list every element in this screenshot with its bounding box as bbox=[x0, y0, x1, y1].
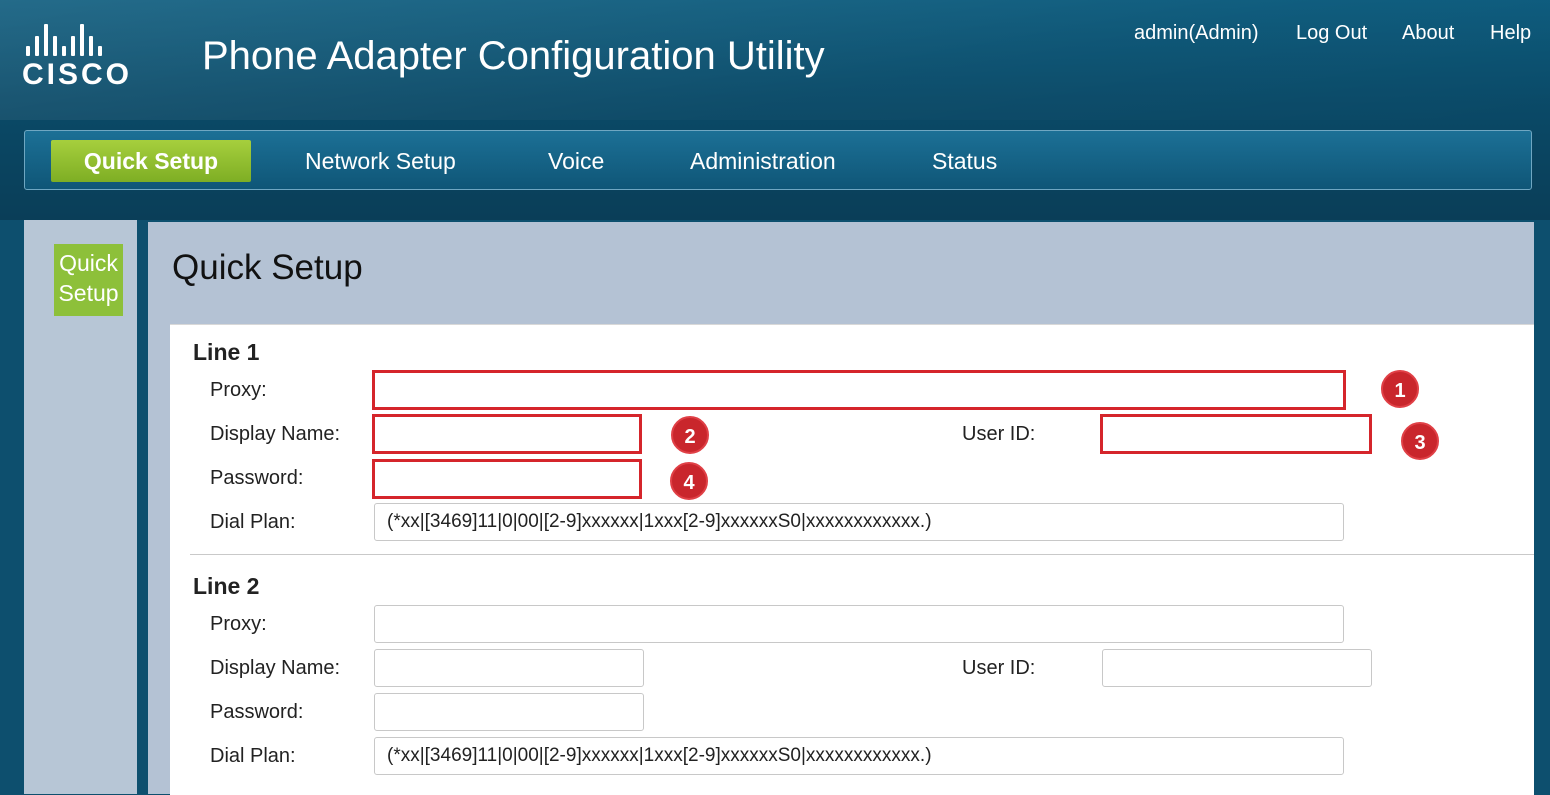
sidebar-item-quick-setup[interactable]: Quick Setup bbox=[54, 244, 123, 316]
tab-administration[interactable]: Administration bbox=[690, 140, 836, 182]
line1-dial-plan-label: Dial Plan: bbox=[210, 511, 296, 533]
line1-heading: Line 1 bbox=[193, 339, 260, 365]
line1-user-id-input[interactable] bbox=[1100, 414, 1372, 454]
logo-text: CISCO bbox=[22, 58, 133, 91]
user-account-link[interactable]: admin(Admin) bbox=[1134, 22, 1258, 45]
sidebar-item-label-line1: Quick bbox=[59, 250, 118, 276]
line2-password-input[interactable] bbox=[374, 693, 644, 731]
line1-user-id-label: User ID: bbox=[962, 423, 1036, 445]
line2-proxy-label: Proxy: bbox=[210, 613, 267, 635]
sidebar: Quick Setup bbox=[24, 220, 137, 794]
cisco-bars-icon bbox=[26, 22, 152, 56]
line2-password-label: Password: bbox=[210, 701, 304, 723]
about-link[interactable]: About bbox=[1402, 22, 1454, 45]
annotation-badge-1: 1 bbox=[1381, 370, 1419, 408]
logout-link[interactable]: Log Out bbox=[1296, 22, 1367, 45]
line1-display-name-label: Display Name: bbox=[210, 423, 341, 445]
line1-proxy-label: Proxy: bbox=[210, 379, 267, 401]
annotation-badge-4: 4 bbox=[670, 462, 708, 500]
line2-proxy-input[interactable] bbox=[374, 605, 1344, 643]
tab-quick-setup[interactable]: Quick Setup bbox=[51, 140, 251, 182]
line1-proxy-input[interactable] bbox=[372, 370, 1346, 410]
app-title: Phone Adapter Configuration Utility bbox=[202, 34, 825, 78]
line2-display-name-label: Display Name: bbox=[210, 657, 341, 679]
sidebar-item-label-line2: Setup bbox=[58, 280, 119, 306]
line2-dial-plan-input[interactable]: (*xx|[3469]11|0|00|[2-9]xxxxxx|1xxx[2-9]… bbox=[374, 737, 1344, 775]
annotation-badge-2: 2 bbox=[671, 416, 709, 454]
tab-network-setup[interactable]: Network Setup bbox=[305, 140, 456, 182]
help-link[interactable]: Help bbox=[1490, 22, 1531, 45]
line1-dial-plan-input[interactable]: (*xx|[3469]11|0|00|[2-9]xxxxxx|1xxx[2-9]… bbox=[374, 503, 1344, 541]
line2-heading: Line 2 bbox=[193, 573, 260, 599]
main-nav: Quick Setup Network Setup Voice Administ… bbox=[24, 130, 1532, 190]
line1-password-input[interactable] bbox=[372, 459, 642, 499]
tab-status[interactable]: Status bbox=[932, 140, 997, 182]
line2-user-id-label: User ID: bbox=[962, 657, 1036, 679]
line2-display-name-input[interactable] bbox=[374, 649, 644, 687]
line1-password-label: Password: bbox=[210, 467, 304, 489]
section-divider bbox=[190, 554, 1534, 555]
page-title: Quick Setup bbox=[172, 248, 363, 287]
line2-user-id-input[interactable] bbox=[1102, 649, 1372, 687]
annotation-badge-3: 3 bbox=[1401, 422, 1439, 460]
tab-voice[interactable]: Voice bbox=[548, 140, 604, 182]
cisco-logo: CISCO bbox=[22, 22, 152, 102]
line2-dial-plan-label: Dial Plan: bbox=[210, 745, 296, 767]
line1-display-name-input[interactable] bbox=[372, 414, 642, 454]
